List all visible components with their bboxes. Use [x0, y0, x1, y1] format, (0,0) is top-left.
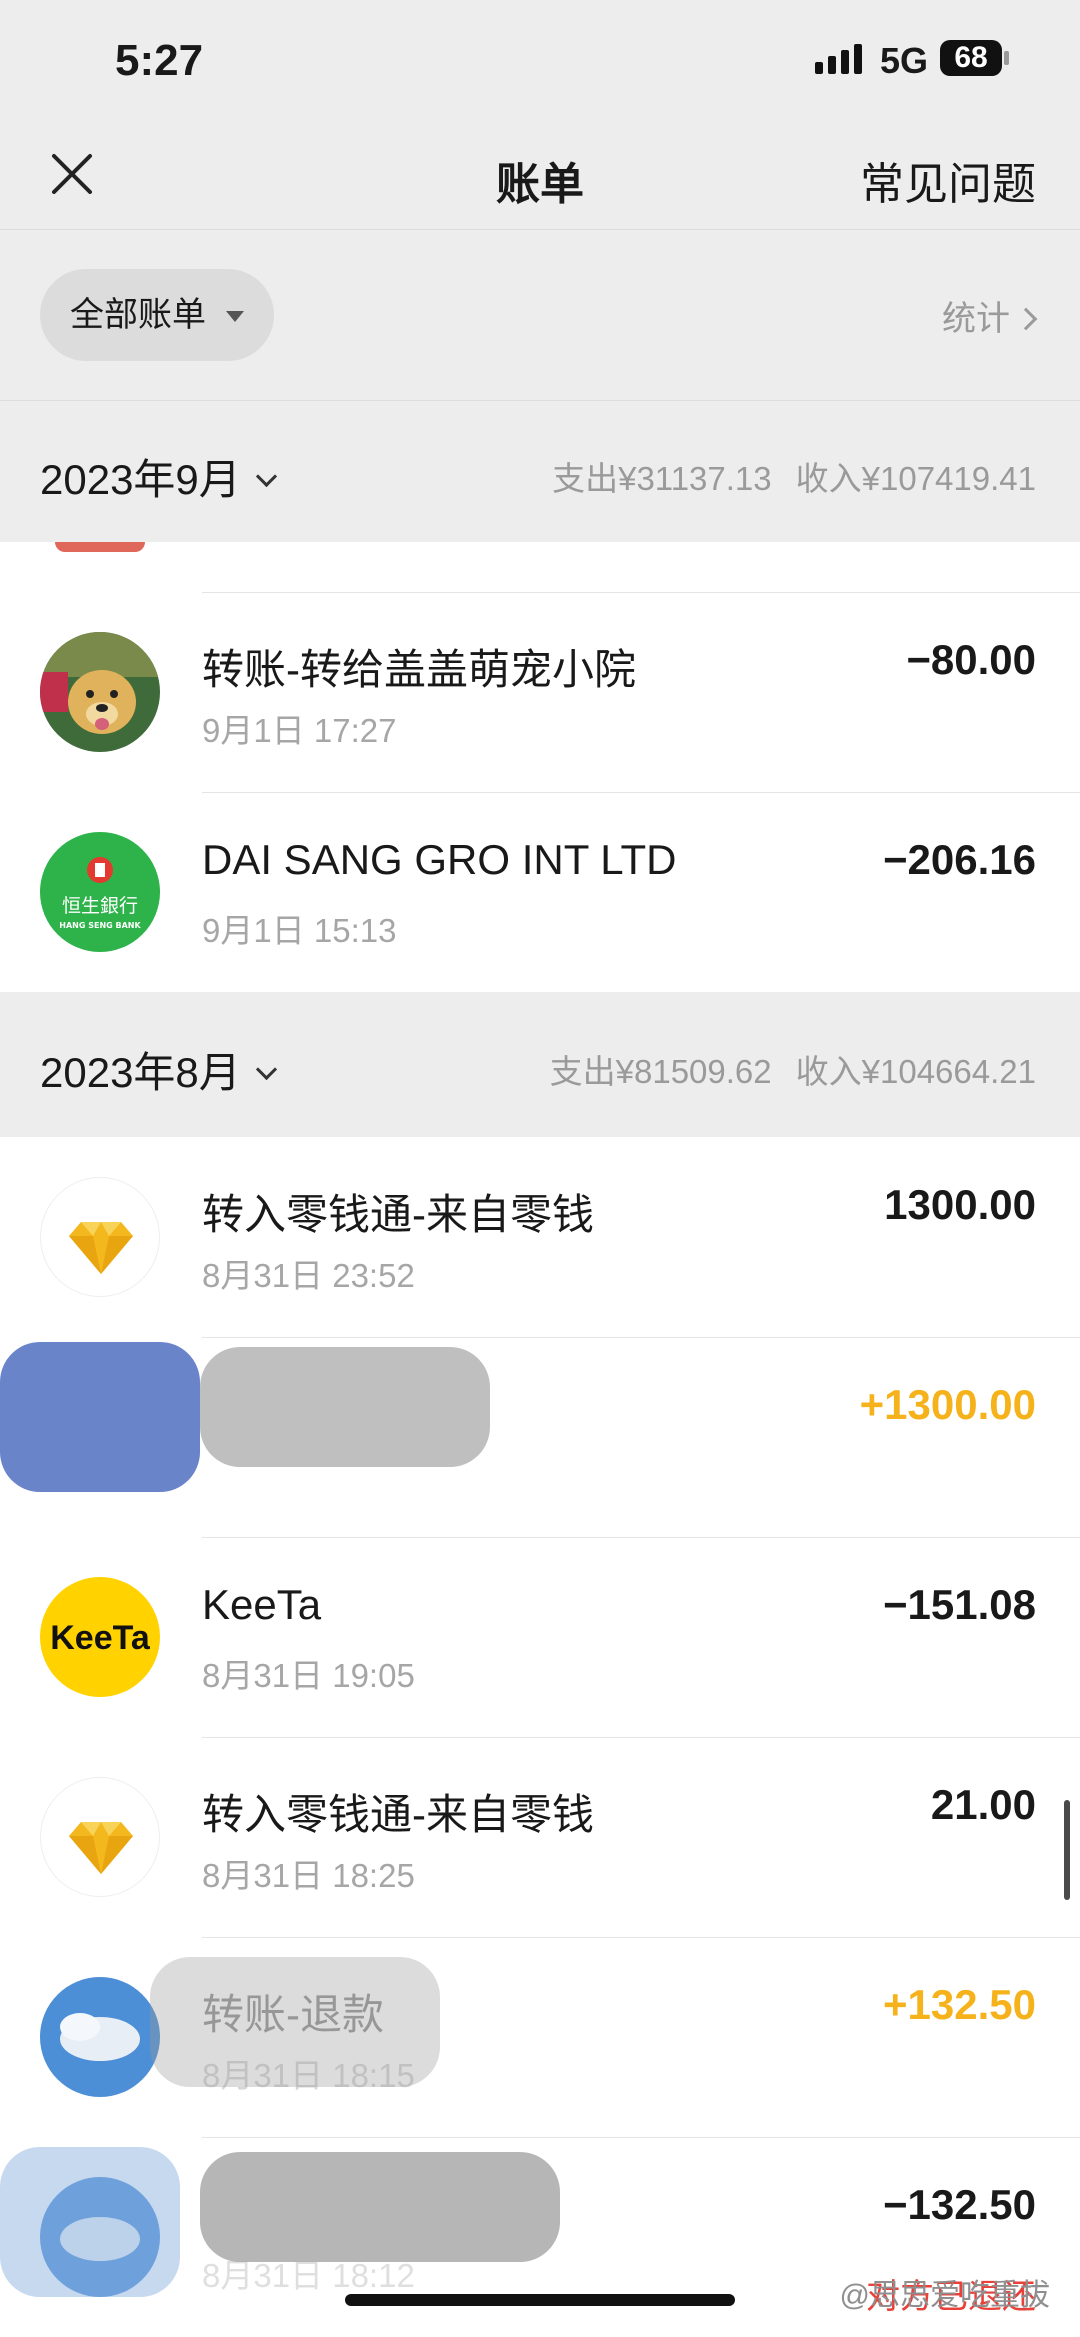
month-title-label: 2023年9月 — [40, 456, 241, 503]
transaction-row[interactable]: 转账-转给盖盖萌宠小院 9月1日 17:27 −80.00 — [0, 592, 1080, 792]
transaction-row[interactable]: KeeTa KeeTa 8月31日 19:05 −151.08 — [0, 1537, 1080, 1737]
chevron-down-icon — [255, 465, 277, 488]
svg-text:恒生銀行: 恒生銀行 — [62, 895, 138, 917]
bill-filter-label: 全部账单 — [70, 296, 206, 334]
month-summary: 支出¥81509.62 收入¥104664.21 — [550, 1045, 1036, 1093]
svg-text:HANG SENG BANK: HANG SENG BANK — [59, 921, 141, 930]
transaction-time: 8月31日 19:05 — [202, 1657, 415, 1694]
redacted-avatar — [0, 1342, 200, 1492]
battery-icon: 68 — [940, 40, 1002, 76]
transaction-row[interactable]: 恒生銀行 HANG SENG BANK DAI SANG GRO INT LTD… — [0, 792, 1080, 992]
scrollbar[interactable] — [1064, 1800, 1070, 1900]
transaction-amount: +1300.00 — [859, 1381, 1036, 1428]
bill-filter-dropdown[interactable]: 全部账单 — [40, 269, 274, 361]
diamond-icon — [40, 1177, 160, 1297]
cut-off-avatar — [55, 542, 145, 552]
transaction-title: KeeTa — [202, 1581, 322, 1628]
redacted-text — [200, 1347, 490, 1467]
faq-link[interactable]: 常见问题 — [860, 148, 1036, 212]
watermark: @思思爱吃重拔 — [839, 2279, 1050, 2312]
transaction-title: 转账-转给盖盖萌宠小院 — [202, 646, 636, 693]
month-title[interactable]: 2023年9月 — [40, 446, 277, 507]
transaction-amount: −80.00 — [906, 636, 1036, 683]
row-divider — [202, 592, 1080, 593]
transaction-time: 8月31日 23:52 — [202, 1257, 415, 1294]
redacted-text — [150, 1957, 440, 2087]
transaction-row[interactable]: +1300.00 — [0, 1337, 1080, 1537]
transaction-time: 8月31日 18:25 — [202, 1857, 415, 1894]
chevron-down-icon — [255, 1058, 277, 1081]
caret-down-icon — [226, 311, 244, 322]
transaction-list-sep: 转账-转给盖盖萌宠小院 9月1日 17:27 −80.00 恒生銀行 HANG … — [0, 542, 1080, 992]
status-time: 5:27 — [115, 36, 204, 85]
stats-link[interactable]: 统计 — [942, 291, 1038, 340]
home-indicator[interactable] — [345, 2294, 735, 2306]
month-expense: 支出¥31137.13 — [552, 460, 772, 497]
month-title-label: 2023年8月 — [40, 1049, 241, 1096]
redacted-avatar — [0, 2147, 180, 2297]
month-title[interactable]: 2023年8月 — [40, 1039, 277, 1100]
filter-bar: 全部账单 统计 — [0, 231, 1080, 401]
redacted-text — [200, 2152, 560, 2262]
row-divider — [202, 1937, 1080, 1938]
row-divider — [202, 2137, 1080, 2138]
keeta-logo: KeeTa — [40, 1577, 160, 1697]
network-label: 5G — [880, 40, 929, 81]
transaction-row[interactable]: 转账-退款 8月31日 18:15 +132.50 — [0, 1937, 1080, 2137]
nav-bar: 账单 常见问题 — [0, 120, 1080, 230]
month-header-aug[interactable]: 2023年8月 支出¥81509.62 收入¥104664.21 — [0, 995, 1080, 1135]
close-icon[interactable] — [40, 142, 104, 206]
transaction-row[interactable]: 转入零钱通-来自零钱 8月31日 18:25 21.00 — [0, 1737, 1080, 1937]
transaction-amount: −151.08 — [883, 1581, 1036, 1628]
transaction-amount: 21.00 — [930, 1781, 1036, 1828]
transaction-title: 转入零钱通-来自零钱 — [202, 1191, 594, 1238]
row-divider — [202, 792, 1080, 793]
transaction-amount: +132.50 — [883, 1981, 1036, 2028]
diamond-icon — [40, 1777, 160, 1897]
dog-photo-avatar — [40, 632, 160, 752]
transaction-title: 转入零钱通-来自零钱 — [202, 1791, 594, 1838]
transaction-row[interactable]: 转入零钱通-来自零钱 8月31日 23:52 1300.00 — [0, 1137, 1080, 1337]
transaction-time: 9月1日 15:13 — [202, 912, 397, 949]
transaction-time: 8月31日 18:12 — [202, 2257, 415, 2294]
status-bar: 5:27 5G 68 — [0, 0, 1080, 120]
transaction-list-aug: 转入零钱通-来自零钱 8月31日 23:52 1300.00 +1300.00 … — [0, 1137, 1080, 2337]
battery-tip — [1004, 51, 1009, 65]
transaction-time: 9月1日 17:27 — [202, 712, 397, 749]
row-divider — [202, 1737, 1080, 1738]
row-divider — [202, 1537, 1080, 1538]
chevron-right-icon — [1014, 307, 1038, 331]
svg-text:KeeTa: KeeTa — [50, 1619, 151, 1657]
sky-photo-avatar — [40, 1977, 160, 2097]
transaction-amount: −206.16 — [883, 836, 1036, 883]
transaction-amount: 1300.00 — [884, 1181, 1036, 1228]
row-divider — [202, 1337, 1080, 1338]
month-summary: 支出¥31137.13 收入¥107419.41 — [552, 452, 1036, 500]
transaction-title: DAI SANG GRO INT LTD — [202, 836, 677, 883]
month-expense: 支出¥81509.62 — [549, 1053, 772, 1090]
month-income: 收入¥107419.41 — [795, 460, 1036, 497]
hang-seng-bank-logo: 恒生銀行 HANG SENG BANK — [40, 832, 160, 952]
stats-label: 统计 — [942, 300, 1010, 338]
signal-icon — [815, 44, 862, 74]
month-header-sep[interactable]: 2023年9月 支出¥31137.13 收入¥107419.41 — [0, 402, 1080, 542]
month-income: 收入¥104664.21 — [795, 1053, 1036, 1090]
transaction-amount: −132.50 — [883, 2181, 1036, 2228]
